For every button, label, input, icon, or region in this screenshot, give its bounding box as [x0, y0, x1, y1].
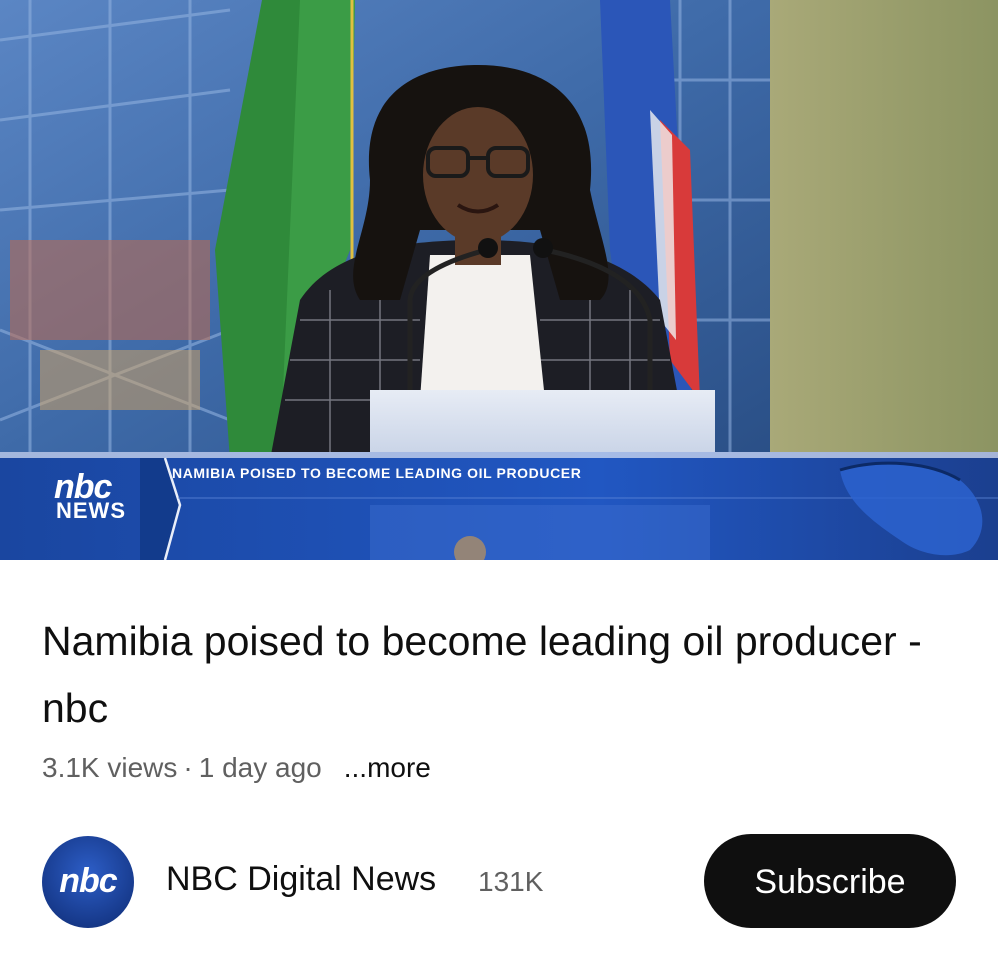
channel-row: nbc NBC Digital News 131K Subscribe — [0, 832, 998, 932]
channel-logo-bottom: NEWS — [56, 498, 126, 523]
video-meta[interactable]: 3.1K views · 1 day ago ...more — [42, 752, 431, 784]
channel-name[interactable]: NBC Digital News — [166, 860, 436, 899]
subscribe-button[interactable]: Subscribe — [704, 834, 956, 928]
news-ticker-headline: NAMIBIA POISED TO BECOME LEADING OIL PRO… — [172, 465, 582, 481]
channel-logo-overlay: nbc NEWS — [48, 468, 158, 528]
video-title[interactable]: Namibia poised to become leading oil pro… — [42, 608, 942, 742]
more-link[interactable]: ...more — [344, 752, 431, 783]
video-player[interactable]: nbc NEWS NAMIBIA POISED TO BECOME LEADIN… — [0, 0, 998, 560]
view-count: 3.1K views — [42, 752, 178, 783]
upload-age: 1 day ago — [198, 752, 322, 783]
meta-separator: · — [183, 752, 193, 783]
avatar-logo-text: nbc — [59, 862, 117, 900]
subscriber-count: 131K — [478, 866, 544, 897]
channel-avatar[interactable]: nbc — [42, 836, 134, 928]
